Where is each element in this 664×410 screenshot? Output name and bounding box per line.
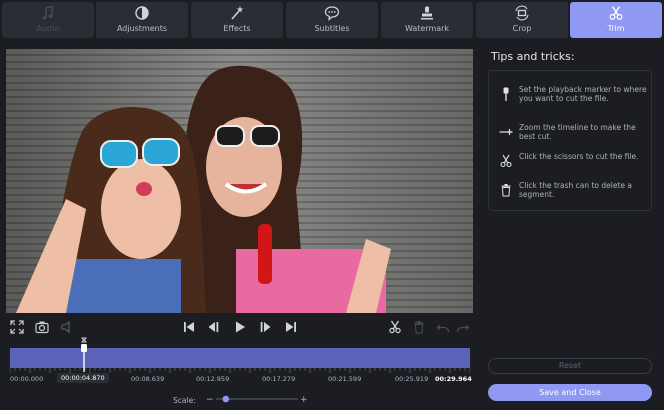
tool-tab-bar: Audio Adjustments Effects Subtitles Wate…	[0, 0, 664, 40]
tip-text: Zoom the timeline to make the best cut.	[519, 123, 636, 141]
tab-adjustments-label: Adjustments	[116, 24, 168, 33]
tips-panel: Set the playback marker to where you wan…	[488, 70, 652, 211]
music-note-icon	[42, 5, 53, 20]
contrast-icon	[135, 6, 149, 20]
play-icon[interactable]	[233, 320, 247, 334]
timecode-label: 00:25.919	[395, 375, 429, 383]
stamp-icon	[421, 6, 433, 20]
tab-subtitles[interactable]: Subtitles	[286, 2, 378, 38]
scale-slider[interactable]: − +	[204, 393, 308, 405]
redo-icon[interactable]	[456, 320, 470, 334]
tab-subtitles-label: Subtitles	[314, 24, 350, 33]
tab-trim-label: Trim	[607, 24, 625, 33]
scissors-icon	[500, 154, 512, 168]
tab-watermark[interactable]: Watermark	[381, 2, 473, 38]
tab-effects[interactable]: Effects	[191, 2, 283, 38]
timecode-label: 00:00.000	[10, 375, 44, 383]
tips-title: Tips and tricks:	[491, 50, 575, 63]
scale-slider-thumb[interactable]	[222, 395, 230, 403]
tip-text: Click the trash can to delete a segment.	[519, 181, 632, 199]
tab-adjustments[interactable]: Adjustments	[96, 2, 188, 38]
tab-audio[interactable]: Audio	[2, 2, 94, 38]
video-preview[interactable]	[6, 49, 473, 313]
tab-crop-label: Crop	[512, 24, 532, 33]
speech-bubble-icon	[324, 6, 340, 21]
timecode-label: 00:08.639	[131, 375, 165, 383]
scissors-icon	[609, 6, 623, 20]
tab-crop[interactable]: Crop	[476, 2, 568, 38]
fullscreen-icon[interactable]	[10, 320, 24, 334]
playback-marker-icon	[503, 87, 509, 101]
crop-rotate-icon	[515, 5, 529, 21]
timecode-label: 00:21.599	[328, 375, 362, 383]
skip-to-end-icon[interactable]	[284, 320, 298, 334]
playhead-marker[interactable]	[79, 336, 89, 372]
tab-trim[interactable]: Trim	[570, 2, 662, 38]
current-time-readout: 00:00:04.870	[57, 373, 109, 383]
save-and-close-button[interactable]: Save and Close	[488, 384, 652, 401]
cut-scissors-icon[interactable]	[388, 320, 402, 334]
skip-to-start-icon[interactable]	[182, 320, 196, 334]
scale-minus[interactable]: −	[206, 395, 214, 405]
zoom-timeline-icon	[499, 129, 513, 135]
undo-icon[interactable]	[436, 320, 450, 334]
previous-frame-icon[interactable]	[207, 320, 221, 334]
tab-watermark-label: Watermark	[404, 24, 450, 33]
tip-text: Click the scissors to cut the file.	[519, 152, 639, 161]
trash-icon	[501, 184, 511, 197]
scale-plus[interactable]: +	[300, 395, 308, 405]
tab-effects-label: Effects	[223, 24, 251, 33]
next-frame-icon[interactable]	[258, 320, 272, 334]
timecode-label: 00:17.279	[262, 375, 296, 383]
end-timecode-label: 00:29.964	[435, 375, 472, 383]
snapshot-camera-icon[interactable]	[35, 320, 49, 334]
tab-audio-label: Audio	[36, 24, 60, 33]
tip-text: Set the playback marker to where you wan…	[519, 85, 647, 103]
scale-label: Scale:	[173, 396, 196, 405]
volume-icon[interactable]	[60, 320, 74, 334]
reset-button[interactable]: Reset	[488, 358, 652, 374]
magic-wand-icon	[231, 6, 244, 20]
delete-segment-trash-icon[interactable]	[412, 320, 426, 334]
timecode-label: 00:12.959	[196, 375, 230, 383]
video-frame	[6, 49, 473, 313]
